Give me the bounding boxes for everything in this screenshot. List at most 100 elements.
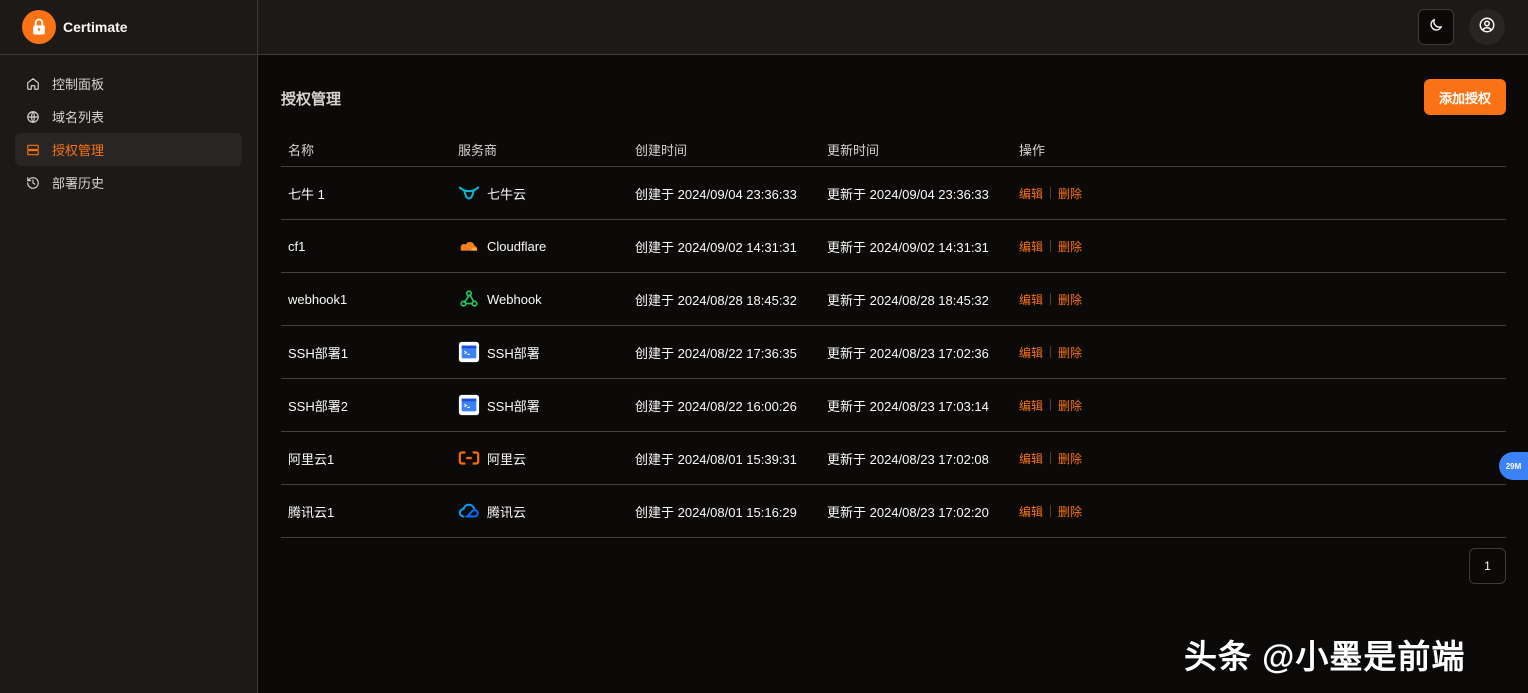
ssh-icon	[458, 341, 480, 363]
globe-icon	[26, 110, 40, 124]
delete-button[interactable]: 删除	[1058, 291, 1082, 308]
table-row: SSH部署2 SSH部署 创建于 2024/08/22 16:00:26 更新于…	[281, 379, 1506, 432]
provider-name: SSH部署	[487, 398, 540, 414]
column-header-updated: 更新时间	[827, 143, 880, 158]
edit-button[interactable]: 编辑	[1019, 397, 1043, 414]
sidebar-item-label: 授权管理	[52, 143, 105, 158]
table-row: SSH部署1 SSH部署 创建于 2024/08/22 17:36:35 更新于…	[281, 326, 1506, 379]
table-row: 腾讯云1 腾讯云 创建于 2024/08/01 15:16:29 更新于 202…	[281, 485, 1506, 538]
row-actions: 编辑 删除	[1019, 344, 1082, 361]
table-row: cf1 Cloudflare 创建于 2024/09/02 14:31:31 更…	[281, 220, 1506, 273]
table-row: 阿里云1 阿里云 创建于 2024/08/01 15:39:31 更新于 202…	[281, 432, 1506, 485]
column-header-created: 创建时间	[635, 143, 688, 158]
sidebar-nav: 控制面板 域名列表 授权管理 部署历史	[0, 55, 257, 211]
row-created: 创建于 2024/08/22 16:00:26	[635, 398, 797, 414]
action-divider	[1050, 240, 1052, 252]
row-created: 创建于 2024/08/28 18:45:32	[635, 292, 797, 308]
row-provider: SSH部署	[458, 394, 635, 416]
action-divider	[1050, 399, 1052, 411]
lock-logo-icon	[22, 10, 56, 44]
provider-name: Webhook	[487, 291, 542, 307]
row-provider: SSH部署	[458, 341, 635, 363]
add-access-button[interactable]: 添加授权	[1424, 79, 1506, 115]
row-name: 腾讯云1	[288, 504, 335, 520]
floating-memory-badge[interactable]: 29M	[1499, 452, 1528, 480]
table-row: 七牛 1 七牛云 创建于 2024/09/04 23:36:33 更新于 202…	[281, 167, 1506, 220]
table-header: 名称 服务商 创建时间 更新时间 操作	[281, 133, 1506, 167]
delete-button[interactable]: 删除	[1058, 503, 1082, 520]
row-name: 七牛 1	[288, 186, 325, 202]
access-table: 名称 服务商 创建时间 更新时间 操作 七牛 1 七牛云 创建于 2024/09…	[281, 133, 1506, 538]
row-updated: 更新于 2024/08/23 17:02:36	[827, 345, 989, 361]
column-header-provider: 服务商	[458, 143, 498, 158]
row-updated: 更新于 2024/08/23 17:02:20	[827, 504, 989, 520]
action-divider	[1050, 187, 1052, 199]
brand[interactable]: Certimate	[0, 0, 257, 55]
edit-button[interactable]: 编辑	[1019, 344, 1043, 361]
table-row: webhook1 Webhook 创建于 2024/08/28 18:45:32…	[281, 273, 1506, 326]
sidebar: Certimate 控制面板 域名列表 授权管理 部署历史	[0, 0, 258, 693]
row-provider: Webhook	[458, 288, 635, 310]
row-name: cf1	[288, 238, 306, 254]
row-actions: 编辑 删除	[1019, 503, 1082, 520]
row-name: SSH部署2	[288, 398, 348, 414]
edit-button[interactable]: 编辑	[1019, 238, 1043, 255]
row-provider: Cloudflare	[458, 235, 635, 257]
delete-button[interactable]: 删除	[1058, 344, 1082, 361]
provider-name: SSH部署	[487, 345, 540, 361]
delete-button[interactable]: 删除	[1058, 185, 1082, 202]
ssh-icon	[458, 394, 480, 416]
row-actions: 编辑 删除	[1019, 185, 1082, 202]
cloudflare-icon	[458, 235, 480, 257]
row-updated: 更新于 2024/09/04 23:36:33	[827, 186, 989, 202]
qiniu-icon	[458, 182, 480, 204]
edit-button[interactable]: 编辑	[1019, 503, 1043, 520]
edit-button[interactable]: 编辑	[1019, 291, 1043, 308]
delete-button[interactable]: 删除	[1058, 397, 1082, 414]
pagination-page-button[interactable]: 1	[1469, 548, 1506, 584]
provider-name: Cloudflare	[487, 238, 547, 254]
row-created: 创建于 2024/08/01 15:16:29	[635, 504, 797, 520]
sidebar-item-domains[interactable]: 域名列表	[15, 100, 242, 133]
row-name: SSH部署1	[288, 345, 348, 361]
column-header-name: 名称	[288, 143, 315, 158]
row-name: webhook1	[288, 291, 348, 307]
row-actions: 编辑 删除	[1019, 397, 1082, 414]
tencent-cloud-icon	[458, 500, 480, 522]
aliyun-icon	[458, 447, 480, 469]
home-icon	[26, 77, 40, 91]
edit-button[interactable]: 编辑	[1019, 185, 1043, 202]
row-provider: 阿里云	[458, 447, 635, 469]
sidebar-item-label: 控制面板	[52, 77, 105, 92]
row-updated: 更新于 2024/08/28 18:45:32	[827, 292, 989, 308]
sidebar-item-dashboard[interactable]: 控制面板	[15, 67, 242, 100]
row-updated: 更新于 2024/08/23 17:03:14	[827, 398, 989, 414]
watermark: 头条 @小墨是前端	[1184, 638, 1466, 675]
row-created: 创建于 2024/09/04 23:36:33	[635, 186, 797, 202]
top-header	[258, 0, 1528, 55]
theme-toggle-button[interactable]	[1418, 9, 1454, 45]
row-provider: 七牛云	[458, 182, 635, 204]
delete-button[interactable]: 删除	[1058, 238, 1082, 255]
row-actions: 编辑 删除	[1019, 291, 1082, 308]
row-created: 创建于 2024/08/22 17:36:35	[635, 345, 797, 361]
row-actions: 编辑 删除	[1019, 450, 1082, 467]
webhook-icon	[458, 288, 480, 310]
brand-name: Certimate	[63, 19, 128, 35]
server-icon	[26, 143, 40, 157]
edit-button[interactable]: 编辑	[1019, 450, 1043, 467]
row-actions: 编辑 删除	[1019, 238, 1082, 255]
action-divider	[1050, 293, 1052, 305]
history-icon	[26, 176, 40, 190]
user-menu-button[interactable]	[1469, 9, 1505, 45]
sidebar-item-access[interactable]: 授权管理	[15, 133, 242, 166]
row-created: 创建于 2024/09/02 14:31:31	[635, 239, 797, 255]
page-title: 授权管理	[281, 91, 342, 108]
moon-icon	[1428, 17, 1444, 38]
row-updated: 更新于 2024/09/02 14:31:31	[827, 239, 989, 255]
sidebar-item-label: 域名列表	[52, 110, 105, 125]
delete-button[interactable]: 删除	[1058, 450, 1082, 467]
action-divider	[1050, 346, 1052, 358]
user-circle-icon	[1478, 16, 1496, 39]
sidebar-item-history[interactable]: 部署历史	[15, 166, 242, 199]
